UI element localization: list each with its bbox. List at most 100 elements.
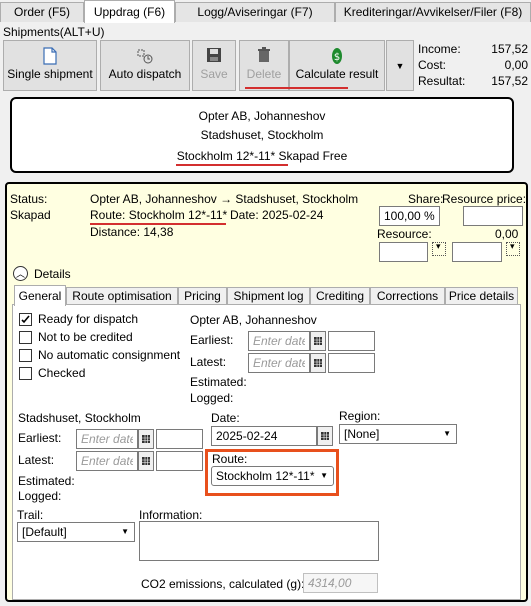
resource-picker-button[interactable]: ▾ xyxy=(432,241,446,256)
single-shipment-button[interactable]: Single shipment xyxy=(3,40,97,91)
floppy-disk-icon xyxy=(193,47,235,65)
trail-select[interactable]: [Default] ▼ xyxy=(17,522,135,542)
dropdown-arrow-icon: ▼ xyxy=(121,527,129,536)
delivery-latest-date-input[interactable] xyxy=(76,451,138,471)
income-value: 157,52 xyxy=(491,42,528,56)
route-line: Opter AB, Johanneshov → Stadshuset, Stoc… xyxy=(90,192,359,206)
calendar-icon[interactable] xyxy=(138,429,154,449)
collapse-icon[interactable]: ︿ xyxy=(13,266,28,281)
co2-label: CO2 emissions, calculated (g): xyxy=(141,577,305,591)
save-button[interactable]: Save xyxy=(192,40,236,91)
date-text: Date: 2025-02-24 xyxy=(230,208,324,222)
auto-dispatch-icon xyxy=(101,47,189,65)
result-value: 157,52 xyxy=(491,74,528,88)
highlight-underline xyxy=(176,164,288,166)
pickup-earliest-date-input[interactable] xyxy=(248,331,310,351)
pickup-title: Opter AB, Johanneshov xyxy=(190,313,317,327)
no-automatic-consignment-checkbox[interactable] xyxy=(19,349,32,362)
auto-dispatch-button[interactable]: Auto dispatch xyxy=(100,40,190,91)
delete-button[interactable]: Delete xyxy=(239,40,289,91)
tab-corrections[interactable]: Corrections xyxy=(370,287,445,305)
no-automatic-consignment-label: No automatic consignment xyxy=(38,348,181,362)
delivery-earliest-time-input[interactable] xyxy=(156,429,203,449)
delivery-earliest-date-input[interactable] xyxy=(76,429,138,449)
tab-uppdrag[interactable]: Uppdrag (F6) xyxy=(84,0,175,23)
calculate-result-button[interactable]: $ Calculate result xyxy=(289,40,385,91)
route-text: Route: Stockholm 12*-11* xyxy=(90,208,228,222)
tab-route-optimisation[interactable]: Route optimisation xyxy=(66,287,178,305)
delivery-logged-label: Logged: xyxy=(18,489,62,503)
resource-amount: 0,00 xyxy=(495,227,519,241)
ready-for-dispatch-label: Ready for dispatch xyxy=(38,312,139,326)
money-icon: $ xyxy=(290,47,384,65)
toolbar-more-dropdown[interactable]: ▼ xyxy=(386,40,414,91)
information-textarea[interactable] xyxy=(139,521,379,561)
distance-text: Distance: 14,38 xyxy=(90,225,174,239)
resource-price-input[interactable] xyxy=(463,206,523,226)
resource-input[interactable] xyxy=(379,242,428,262)
share-input[interactable] xyxy=(379,206,440,226)
dropdown-arrow-icon: ▼ xyxy=(443,429,451,438)
calendar-icon[interactable] xyxy=(310,353,326,373)
dropdown-arrow-icon: ▼ xyxy=(395,61,405,71)
calendar-icon[interactable] xyxy=(317,426,333,446)
date-input[interactable] xyxy=(211,426,317,446)
svg-text:$: $ xyxy=(334,52,340,63)
not-to-be-credited-label: Not to be credited xyxy=(38,330,133,344)
status-label: Status: xyxy=(10,192,48,206)
resource-input-2[interactable] xyxy=(452,242,502,262)
highlight-underline xyxy=(245,87,348,89)
status-value: Skapad xyxy=(10,208,51,222)
date-label: Date: xyxy=(211,411,240,425)
co2-value-input[interactable] xyxy=(303,573,378,593)
result-label: Resultat: xyxy=(418,74,466,88)
trail-label: Trail: xyxy=(17,508,44,522)
delivery-latest-time-input[interactable] xyxy=(156,451,203,471)
ready-for-dispatch-checkbox[interactable] xyxy=(19,313,32,326)
resource-price-label: Resource price: xyxy=(442,192,527,206)
income-label: Income: xyxy=(418,42,461,56)
tab-pricing[interactable]: Pricing xyxy=(178,287,227,305)
pickup-latest-date-input[interactable] xyxy=(248,353,310,373)
summary-delivery: Stadshuset, Stockholm xyxy=(200,128,324,142)
summary-route-status: Stockholm 12*-11* Skapad Free xyxy=(176,149,348,163)
tab-general[interactable]: General xyxy=(14,285,66,306)
region-select[interactable]: [None] ▼ xyxy=(339,424,457,444)
trash-icon xyxy=(240,47,288,65)
tab-krediteringar[interactable]: Krediteringar/Avvikelser/Filer (F8) xyxy=(335,2,531,22)
delivery-title: Stadshuset, Stockholm xyxy=(18,411,141,425)
share-label: Share: xyxy=(408,192,444,206)
tab-price-details[interactable]: Price details xyxy=(445,287,518,305)
resource-picker-button-2[interactable]: ▾ xyxy=(506,241,520,256)
delivery-estimated-label: Estimated: xyxy=(18,474,75,488)
shipment-summary-card[interactable]: Opter AB, Johanneshov Stadshuset, Stockh… xyxy=(10,97,514,173)
pickup-logged-label: Logged: xyxy=(190,391,234,405)
resource-label: Resource: xyxy=(377,227,432,241)
route-select[interactable]: Stockholm 12*-11* ▼ xyxy=(211,466,334,486)
pickup-estimated-label: Estimated: xyxy=(190,375,247,389)
pickup-latest-time-input[interactable] xyxy=(328,353,375,373)
main-tab-bar: Order (F5) Uppdrag (F6) Logg/Aviseringar… xyxy=(0,0,531,23)
not-to-be-credited-checkbox[interactable] xyxy=(19,331,32,344)
calendar-icon[interactable] xyxy=(310,331,326,351)
shipments-section-label: Shipments(ALT+U) xyxy=(3,25,105,39)
tab-order[interactable]: Order (F5) xyxy=(0,2,84,22)
calendar-icon[interactable] xyxy=(138,451,154,471)
cost-value: 0,00 xyxy=(504,58,528,72)
route-field-label: Route: xyxy=(212,452,248,466)
checked-label: Checked xyxy=(38,366,86,380)
tab-crediting[interactable]: Crediting xyxy=(310,287,370,305)
region-label: Region: xyxy=(339,409,381,423)
totals-panel: Income: 157,52 Cost: 0,00 Resultat: 157,52 xyxy=(418,41,528,89)
checked-checkbox[interactable] xyxy=(19,367,32,380)
pickup-earliest-time-input[interactable] xyxy=(328,331,375,351)
summary-pickup: Opter AB, Johanneshov xyxy=(198,109,326,123)
pickup-earliest-label: Earliest: xyxy=(190,333,234,347)
details-toggle-label[interactable]: Details xyxy=(34,267,71,281)
dropdown-arrow-icon: ▼ xyxy=(320,471,328,480)
pickup-latest-label: Latest: xyxy=(190,355,227,369)
tab-shipment-log[interactable]: Shipment log xyxy=(227,287,310,305)
tab-logg-aviseringar[interactable]: Logg/Aviseringar (F7) xyxy=(175,2,335,22)
delivery-earliest-label: Earliest: xyxy=(18,431,62,445)
cost-label: Cost: xyxy=(418,58,447,72)
